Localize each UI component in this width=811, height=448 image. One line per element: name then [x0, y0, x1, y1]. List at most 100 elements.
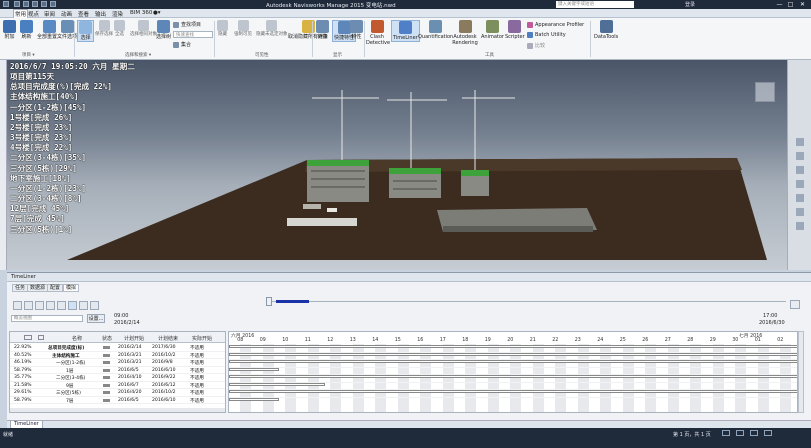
- require-button[interactable]: 强制可见: [234, 20, 252, 37]
- new-file-icon[interactable]: [14, 1, 20, 7]
- tab-render[interactable]: 渲染: [112, 10, 123, 18]
- tab-extra[interactable]: ●▾: [153, 10, 161, 16]
- close-button[interactable]: ✕: [798, 1, 807, 8]
- group-select-search[interactable]: 选择和搜索 ▾: [125, 52, 151, 58]
- orbit-icon[interactable]: [796, 180, 804, 188]
- walk-icon[interactable]: [796, 208, 804, 216]
- playback-handle[interactable]: [266, 297, 272, 306]
- reverse-play-icon[interactable]: [35, 301, 44, 310]
- select-same-button[interactable]: 选择相同对象: [130, 20, 157, 37]
- batch-utility-button[interactable]: Batch Utility: [527, 32, 566, 38]
- table-row[interactable]: 22.92% 总项目完成度(标) 2016/2/14 2017/6/30 不适用: [10, 344, 225, 352]
- gantt-bar[interactable]: [229, 375, 797, 378]
- steering-wheel-icon[interactable]: [796, 138, 804, 146]
- find-items-button[interactable]: 查找项目: [173, 21, 201, 28]
- look-icon[interactable]: [796, 194, 804, 202]
- table-row[interactable]: 35.77% 二分区(3-4栋) 2016/4/10 2016/9/22 不适用: [10, 374, 225, 382]
- tab-animation[interactable]: 动画: [61, 10, 72, 18]
- minimize-button[interactable]: —: [775, 1, 784, 8]
- gantt-bar[interactable]: [229, 367, 279, 371]
- sign-in-link[interactable]: 登录: [685, 1, 695, 8]
- table-row[interactable]: 58.79% 1层 2016/6/5 2016/6/10 不适用: [10, 367, 225, 374]
- properties-button[interactable]: 特性: [350, 20, 363, 40]
- table-row[interactable]: 40.52% 主体结构施工 2016/3/21 2016/10/2 不适用: [10, 352, 225, 359]
- notes-column-icon[interactable]: [38, 335, 44, 340]
- active-column-icon[interactable]: [24, 335, 32, 340]
- performance-icon[interactable]: [736, 430, 744, 436]
- group-project[interactable]: 项目 ▾: [22, 52, 35, 58]
- column-status[interactable]: 状态: [102, 335, 112, 342]
- table-row[interactable]: 46.19% 一分区(1-2栋) 2016/3/21 2016/9/8 不适用: [10, 359, 225, 367]
- select-button[interactable]: 选择: [77, 20, 94, 42]
- column-actual-start[interactable]: 实际开始: [192, 335, 212, 342]
- compare-button[interactable]: 比较: [527, 42, 545, 49]
- hide-button[interactable]: 隐藏: [217, 20, 228, 37]
- redo-icon[interactable]: [50, 1, 56, 7]
- gantt-bar[interactable]: [229, 352, 797, 356]
- zoom-icon[interactable]: [796, 166, 804, 174]
- datatools-button[interactable]: DataTools: [594, 20, 618, 40]
- undo-icon[interactable]: [41, 1, 47, 7]
- playback-slider[interactable]: [266, 297, 786, 306]
- quick-find-input[interactable]: 快速查找: [173, 31, 213, 38]
- save-selection-button[interactable]: 保存选择: [95, 20, 113, 37]
- select-all-button[interactable]: 全选: [114, 20, 125, 37]
- rewind-icon[interactable]: [13, 301, 22, 310]
- tab-bim360[interactable]: BIM 360: [130, 10, 152, 16]
- scripter-button[interactable]: Scripter: [505, 20, 525, 40]
- tab-output[interactable]: 输出: [95, 10, 106, 18]
- table-row[interactable]: 21.58% 9层 2016/6/7 2016/6/12 不适用: [10, 382, 225, 389]
- sets-dropdown[interactable]: 集合: [173, 41, 191, 48]
- stop-icon[interactable]: [46, 301, 55, 310]
- tab-review[interactable]: 审阅: [44, 10, 55, 18]
- play-icon[interactable]: [68, 301, 77, 310]
- tab-data-sources[interactable]: 数据源: [27, 284, 49, 292]
- hide-unselected-button[interactable]: 隐藏未选定对象: [256, 20, 288, 37]
- links-button[interactable]: 链接: [316, 20, 329, 40]
- appearance-profiler-button[interactable]: Appearance Profiler: [527, 22, 584, 28]
- column-name[interactable]: 名称: [72, 335, 82, 342]
- animator-button[interactable]: Animator: [481, 20, 504, 40]
- autodesk-rendering-button[interactable]: Autodesk Rendering: [452, 20, 478, 46]
- column-planned-end[interactable]: 计划结束: [158, 335, 178, 342]
- disk-icon[interactable]: [764, 430, 772, 436]
- refresh-button[interactable]: 刷新: [20, 20, 33, 40]
- table-row[interactable]: 29.61% 三分区(5栋) 2016/4/20 2016/10/2 不适用: [10, 389, 225, 397]
- left-panel-strip[interactable]: [0, 60, 7, 270]
- tab-viewpoint[interactable]: 视点: [28, 10, 39, 18]
- append-button[interactable]: 附加: [3, 20, 16, 40]
- export-icon[interactable]: [790, 300, 800, 309]
- tab-view[interactable]: 查看: [78, 10, 89, 18]
- maximize-button[interactable]: □: [786, 1, 795, 8]
- overview-view-dropdown[interactable]: 概览视图: [11, 315, 83, 322]
- pause-icon[interactable]: [57, 301, 66, 310]
- help-search-input[interactable]: 键入关键字或短语: [556, 1, 634, 8]
- gantt-bar[interactable]: [229, 397, 279, 401]
- step-back-icon[interactable]: [24, 301, 33, 310]
- app-logo-icon[interactable]: [3, 1, 9, 7]
- save-icon[interactable]: [32, 1, 38, 7]
- timeliner-button[interactable]: TimeLiner: [391, 20, 420, 42]
- fast-forward-icon[interactable]: [90, 301, 99, 310]
- gantt-bar[interactable]: [229, 360, 797, 363]
- gantt-bar[interactable]: [229, 345, 797, 348]
- selection-tree-button[interactable]: 选择树: [156, 20, 171, 40]
- quantification-button[interactable]: Quantification: [418, 20, 453, 40]
- column-planned-start[interactable]: 计划开始: [124, 335, 144, 342]
- step-forward-icon[interactable]: [79, 301, 88, 310]
- tab-home[interactable]: 常用: [13, 9, 29, 18]
- open-file-icon[interactable]: [23, 1, 29, 7]
- pan-icon[interactable]: [796, 152, 804, 160]
- gantt-vertical-scrollbar[interactable]: [798, 331, 804, 413]
- tab-configure[interactable]: 配置: [47, 284, 64, 292]
- gantt-bar[interactable]: [229, 390, 797, 393]
- tab-simulate[interactable]: 模拟: [63, 284, 80, 292]
- gantt-bar[interactable]: [229, 382, 325, 386]
- sheet-browser-icon[interactable]: [722, 430, 730, 436]
- grid-horizontal-scrollbar[interactable]: [10, 408, 225, 412]
- viewcube[interactable]: [755, 82, 775, 102]
- clash-detective-button[interactable]: Clash Detective: [366, 20, 390, 46]
- settings-button[interactable]: 设置...: [87, 314, 105, 323]
- tab-tasks[interactable]: 任务: [12, 284, 29, 292]
- memory-icon[interactable]: [750, 430, 758, 436]
